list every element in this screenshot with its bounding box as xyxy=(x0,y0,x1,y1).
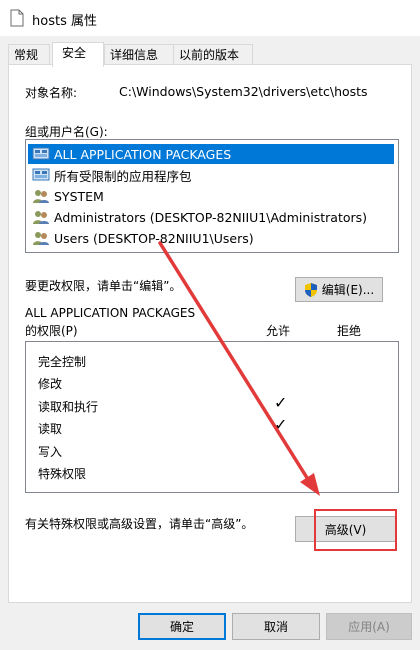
permissions-list[interactable]: 完全控制 修改 读取和执行 读取 写入 特殊权限 ✓ ✓ xyxy=(25,341,399,493)
user-name: Administrators (DESKTOP-82NIIU1\Administ… xyxy=(54,209,368,225)
object-name-value: C:\Windows\System32\drivers\etc\hosts xyxy=(119,84,368,99)
uac-shield-icon xyxy=(304,282,317,297)
tab-general[interactable]: 常规 xyxy=(8,44,50,65)
allow-check-read: ✓ xyxy=(274,415,288,434)
group-or-user-label: 组或用户名(G): xyxy=(25,125,108,139)
deny-column-header: 拒绝 xyxy=(337,324,362,338)
advanced-hint: 有关特殊权限或高级设置，请单击“高级”。 xyxy=(25,517,254,531)
edit-hint: 要更改权限，请单击“编辑”。 xyxy=(25,279,182,293)
tab-security[interactable]: 安全 xyxy=(52,42,104,67)
user-row-system[interactable]: SYSTEM xyxy=(28,186,394,206)
perm-name: 写入 xyxy=(38,445,63,459)
user-name: SYSTEM xyxy=(54,188,104,204)
perm-name: 特殊权限 xyxy=(38,467,87,481)
cancel-button-label: 取消 xyxy=(263,620,288,634)
allow-check-read-execute: ✓ xyxy=(274,393,288,412)
user-name: ALL APPLICATION PACKAGES xyxy=(54,146,232,162)
permissions-for-line2: 的权限(P) xyxy=(25,324,78,338)
user-name: 所有受限制的应用程序包 xyxy=(54,168,192,184)
permissions-for-line1: ALL APPLICATION PACKAGES xyxy=(25,306,196,320)
user-group-icon xyxy=(33,190,49,203)
tab-details[interactable]: 详细信息 xyxy=(104,44,174,65)
title-bar: hosts 属性 xyxy=(0,0,420,36)
app-package-icon xyxy=(32,168,50,181)
apply-button[interactable]: 应用(A) xyxy=(326,613,412,640)
perm-name: 修改 xyxy=(38,377,63,391)
edit-button-label: 编辑(E)... xyxy=(321,283,375,297)
cancel-button[interactable]: 取消 xyxy=(232,613,320,640)
user-row-administrators[interactable]: Administrators (DESKTOP-82NIIU1\Administ… xyxy=(28,207,394,227)
tab-previous-versions[interactable]: 以前的版本 xyxy=(173,44,253,65)
ok-button[interactable]: 确定 xyxy=(138,613,226,640)
user-name: Users (DESKTOP-82NIIU1\Users) xyxy=(54,230,254,246)
security-panel: 对象名称: C:\Windows\System32\drivers\etc\ho… xyxy=(8,64,412,603)
user-row-all-app-packages[interactable]: ALL APPLICATION PACKAGES xyxy=(28,144,394,164)
user-group-icon xyxy=(33,232,49,245)
ok-button-label: 确定 xyxy=(169,620,194,634)
edit-button[interactable]: 编辑(E)... xyxy=(295,277,383,302)
user-row-users[interactable]: Users (DESKTOP-82NIIU1\Users) xyxy=(28,228,394,248)
window-title: hosts 属性 xyxy=(32,14,97,29)
perm-name: 读取和执行 xyxy=(38,400,99,414)
user-list[interactable]: ALL APPLICATION PACKAGES 所有受限制的应用程序包 SYS… xyxy=(25,139,399,253)
object-name-label: 对象名称: xyxy=(25,86,78,100)
user-group-icon xyxy=(33,211,49,224)
perm-name: 完全控制 xyxy=(38,355,87,369)
file-icon xyxy=(10,9,24,27)
user-row-restricted-app-packages[interactable]: 所有受限制的应用程序包 xyxy=(28,165,394,185)
perm-name: 读取 xyxy=(38,422,63,436)
annotation-highlight-box xyxy=(314,509,397,551)
app-package-icon xyxy=(32,147,50,160)
apply-button-label: 应用(A) xyxy=(348,620,390,634)
allow-column-header: 允许 xyxy=(266,324,291,338)
